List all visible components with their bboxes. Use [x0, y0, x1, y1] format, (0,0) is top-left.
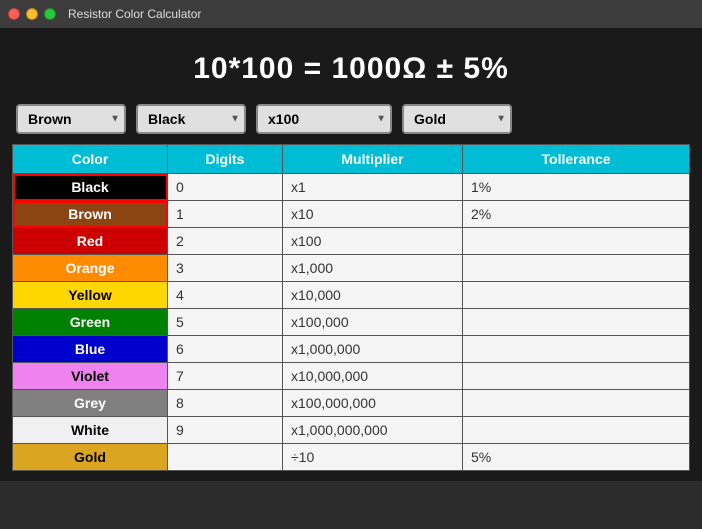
table-row: Black0x11%: [13, 174, 690, 201]
titlebar: Resistor Color Calculator: [0, 0, 702, 28]
color-cell-blue: Blue: [13, 336, 168, 363]
table-row: White9x1,000,000,000: [13, 417, 690, 444]
table-row: Grey8x100,000,000: [13, 390, 690, 417]
digits-cell: 3: [168, 255, 283, 282]
digits-cell: 1: [168, 201, 283, 228]
table-row: Brown1x102%: [13, 201, 690, 228]
table-row: Green5x100,000: [13, 309, 690, 336]
color-cell-white: White: [13, 417, 168, 444]
color-cell-gold: Gold: [13, 444, 168, 471]
tolerance-cell: [463, 363, 690, 390]
multiplier-cell: x10,000,000: [283, 363, 463, 390]
table-row: Violet7x10,000,000: [13, 363, 690, 390]
digits-cell: 0: [168, 174, 283, 201]
table-header-row: Color Digits Multiplier Tollerance: [13, 145, 690, 174]
multiplier-cell: x100,000,000: [283, 390, 463, 417]
multiplier-cell: x10: [283, 201, 463, 228]
table-row: Blue6x1,000,000: [13, 336, 690, 363]
digits-cell: [168, 444, 283, 471]
col-header-digits: Digits: [168, 145, 283, 174]
tolerance-cell: [463, 309, 690, 336]
multiplier-cell: ÷10: [283, 444, 463, 471]
digits-cell: 8: [168, 390, 283, 417]
multiplier-cell: x10,000: [283, 282, 463, 309]
band1-dropdown-wrap: Black Brown Red Orange Yellow Green Blue…: [16, 104, 126, 134]
maximize-btn[interactable]: [44, 8, 56, 20]
color-cell-green: Green: [13, 309, 168, 336]
tolerance-cell: 2%: [463, 201, 690, 228]
tolerance-cell: [463, 282, 690, 309]
table-row: Orange3x1,000: [13, 255, 690, 282]
tolerance-cell: [463, 228, 690, 255]
color-cell-brown: Brown: [13, 201, 168, 228]
multiplier-cell: x1,000,000: [283, 336, 463, 363]
digits-cell: 2: [168, 228, 283, 255]
color-cell-orange: Orange: [13, 255, 168, 282]
digits-cell: 7: [168, 363, 283, 390]
tolerance-cell: 1%: [463, 174, 690, 201]
tolerance-cell: [463, 255, 690, 282]
digits-cell: 6: [168, 336, 283, 363]
tolerance-cell: [463, 390, 690, 417]
window-title: Resistor Color Calculator: [68, 7, 201, 21]
color-cell-black: Black: [13, 174, 168, 201]
color-cell-grey: Grey: [13, 390, 168, 417]
color-reference-table: Color Digits Multiplier Tollerance Black…: [12, 144, 690, 471]
band2-dropdown-wrap: Black Brown Red Orange Yellow Green Blue…: [136, 104, 246, 134]
digits-cell: 4: [168, 282, 283, 309]
multiplier-cell: x1,000: [283, 255, 463, 282]
multiplier-cell: x1: [283, 174, 463, 201]
digits-cell: 5: [168, 309, 283, 336]
color-cell-red: Red: [13, 228, 168, 255]
color-cell-yellow: Yellow: [13, 282, 168, 309]
tolerance-cell: [463, 336, 690, 363]
band4-select[interactable]: Gold Silver None: [402, 104, 512, 134]
tolerance-cell: [463, 417, 690, 444]
close-btn[interactable]: [8, 8, 20, 20]
minimize-btn[interactable]: [26, 8, 38, 20]
col-header-multiplier: Multiplier: [283, 145, 463, 174]
band3-select[interactable]: x1 x10 x100 x1,000 x10,000 x100,000 x1,0…: [256, 104, 392, 134]
tolerance-cell: 5%: [463, 444, 690, 471]
table-row: Red2x100: [13, 228, 690, 255]
digits-cell: 9: [168, 417, 283, 444]
color-cell-violet: Violet: [13, 363, 168, 390]
multiplier-cell: x100,000: [283, 309, 463, 336]
formula-display: 10*100 = 1000Ω ± 5%: [12, 38, 690, 104]
multiplier-cell: x1,000,000,000: [283, 417, 463, 444]
table-row: Gold ÷105%: [13, 444, 690, 471]
band2-select[interactable]: Black Brown Red Orange Yellow Green Blue…: [136, 104, 246, 134]
table-row: Yellow4x10,000: [13, 282, 690, 309]
col-header-color: Color: [13, 145, 168, 174]
multiplier-cell: x100: [283, 228, 463, 255]
band1-select[interactable]: Black Brown Red Orange Yellow Green Blue…: [16, 104, 126, 134]
band4-dropdown-wrap: Gold Silver None ▼: [402, 104, 512, 134]
col-header-tolerance: Tollerance: [463, 145, 690, 174]
band3-dropdown-wrap: x1 x10 x100 x1,000 x10,000 x100,000 x1,0…: [256, 104, 392, 134]
